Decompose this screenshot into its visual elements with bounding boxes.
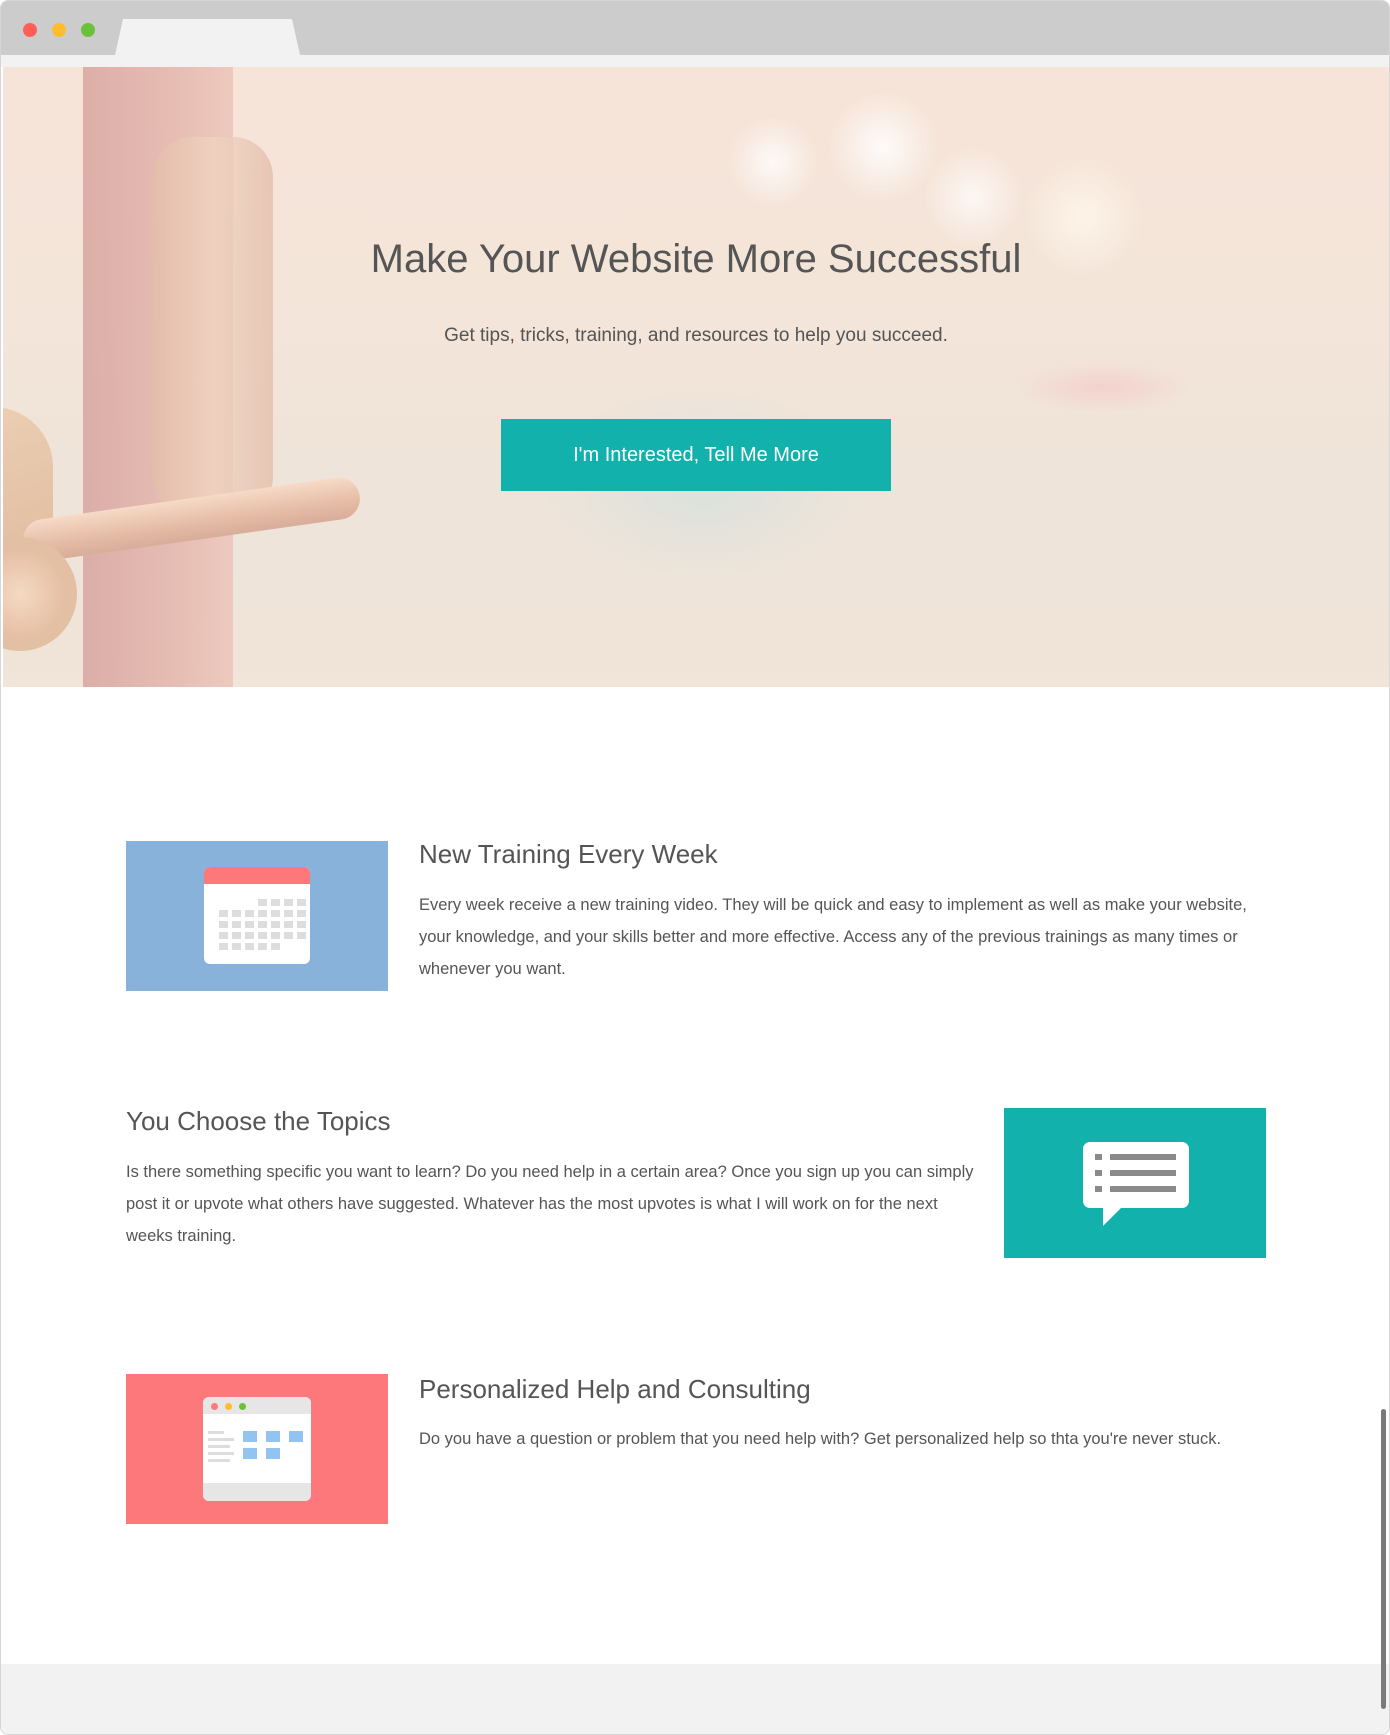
consulting-feature-image (126, 1374, 388, 1524)
topics-feature-text: Is there something specific you want to … (126, 1163, 974, 1245)
calendar-day-cell (271, 910, 280, 917)
calendar-day-cell (284, 899, 293, 906)
calendar-day-cell (245, 932, 254, 939)
calendar-day-cell (284, 921, 293, 928)
calendar-day-cell (271, 921, 280, 928)
topics-feature-image (1004, 1108, 1266, 1258)
calendar-day-cell (232, 943, 241, 950)
topics-feature-title: You Choose the Topics (126, 1106, 391, 1136)
calendar-day-cell (297, 899, 306, 906)
calendar-day-cell (232, 910, 241, 917)
calendar-day-cell (245, 921, 254, 928)
chat-icon (1083, 1142, 1189, 1226)
calendar-day-cell (271, 943, 280, 950)
close-window-button[interactable] (23, 23, 37, 37)
browser-tab[interactable] (115, 19, 300, 55)
training-feature-text: Every week receive a new training video.… (419, 896, 1247, 978)
hero-overlay (3, 67, 1389, 687)
page-scrollbar[interactable] (1381, 1409, 1386, 1709)
calendar-icon (204, 867, 310, 964)
calendar-day-cell (297, 921, 306, 928)
calendar-day-cell (258, 932, 267, 939)
interested-cta-button[interactable]: I'm Interested, Tell Me More (501, 419, 891, 491)
calendar-day-cell (258, 921, 267, 928)
browser-window: Make Your Website More Successful Get ti… (0, 0, 1390, 1735)
calendar-day-cell (219, 932, 228, 939)
browser-toolbar (1, 1, 1389, 55)
consulting-feature-text: Do you have a question or problem that y… (419, 1430, 1222, 1448)
maximize-window-button[interactable] (81, 23, 95, 37)
browser-toolbar-strip (1, 55, 1389, 67)
calendar-day-cell (219, 921, 228, 928)
hero-subtitle: Get tips, tricks, training, and resource… (444, 325, 948, 346)
calendar-day-cell (245, 910, 254, 917)
hero-title: Make Your Website More Successful (370, 237, 1022, 281)
calendar-day-cell (284, 932, 293, 939)
footer (1, 1664, 1389, 1734)
calendar-day-cell (297, 910, 306, 917)
training-feature-title: New Training Every Week (419, 839, 718, 869)
calendar-day-cell (258, 899, 267, 906)
hero-section: Make Your Website More Successful Get ti… (3, 67, 1389, 687)
calendar-day-cell (258, 910, 267, 917)
calendar-day-cell (284, 910, 293, 917)
calendar-day-cell (219, 943, 228, 950)
minimize-window-button[interactable] (52, 23, 66, 37)
calendar-day-cell (271, 899, 280, 906)
calendar-day-cell (219, 910, 228, 917)
calendar-day-cell (245, 943, 254, 950)
consulting-feature-title: Personalized Help and Consulting (419, 1374, 811, 1404)
calendar-day-cell (271, 932, 280, 939)
calendar-day-cell (232, 921, 241, 928)
browser-window-icon (203, 1397, 311, 1501)
training-feature-image (126, 841, 388, 991)
calendar-day-cell (232, 932, 241, 939)
calendar-day-cell (258, 943, 267, 950)
calendar-day-cell (297, 932, 306, 939)
